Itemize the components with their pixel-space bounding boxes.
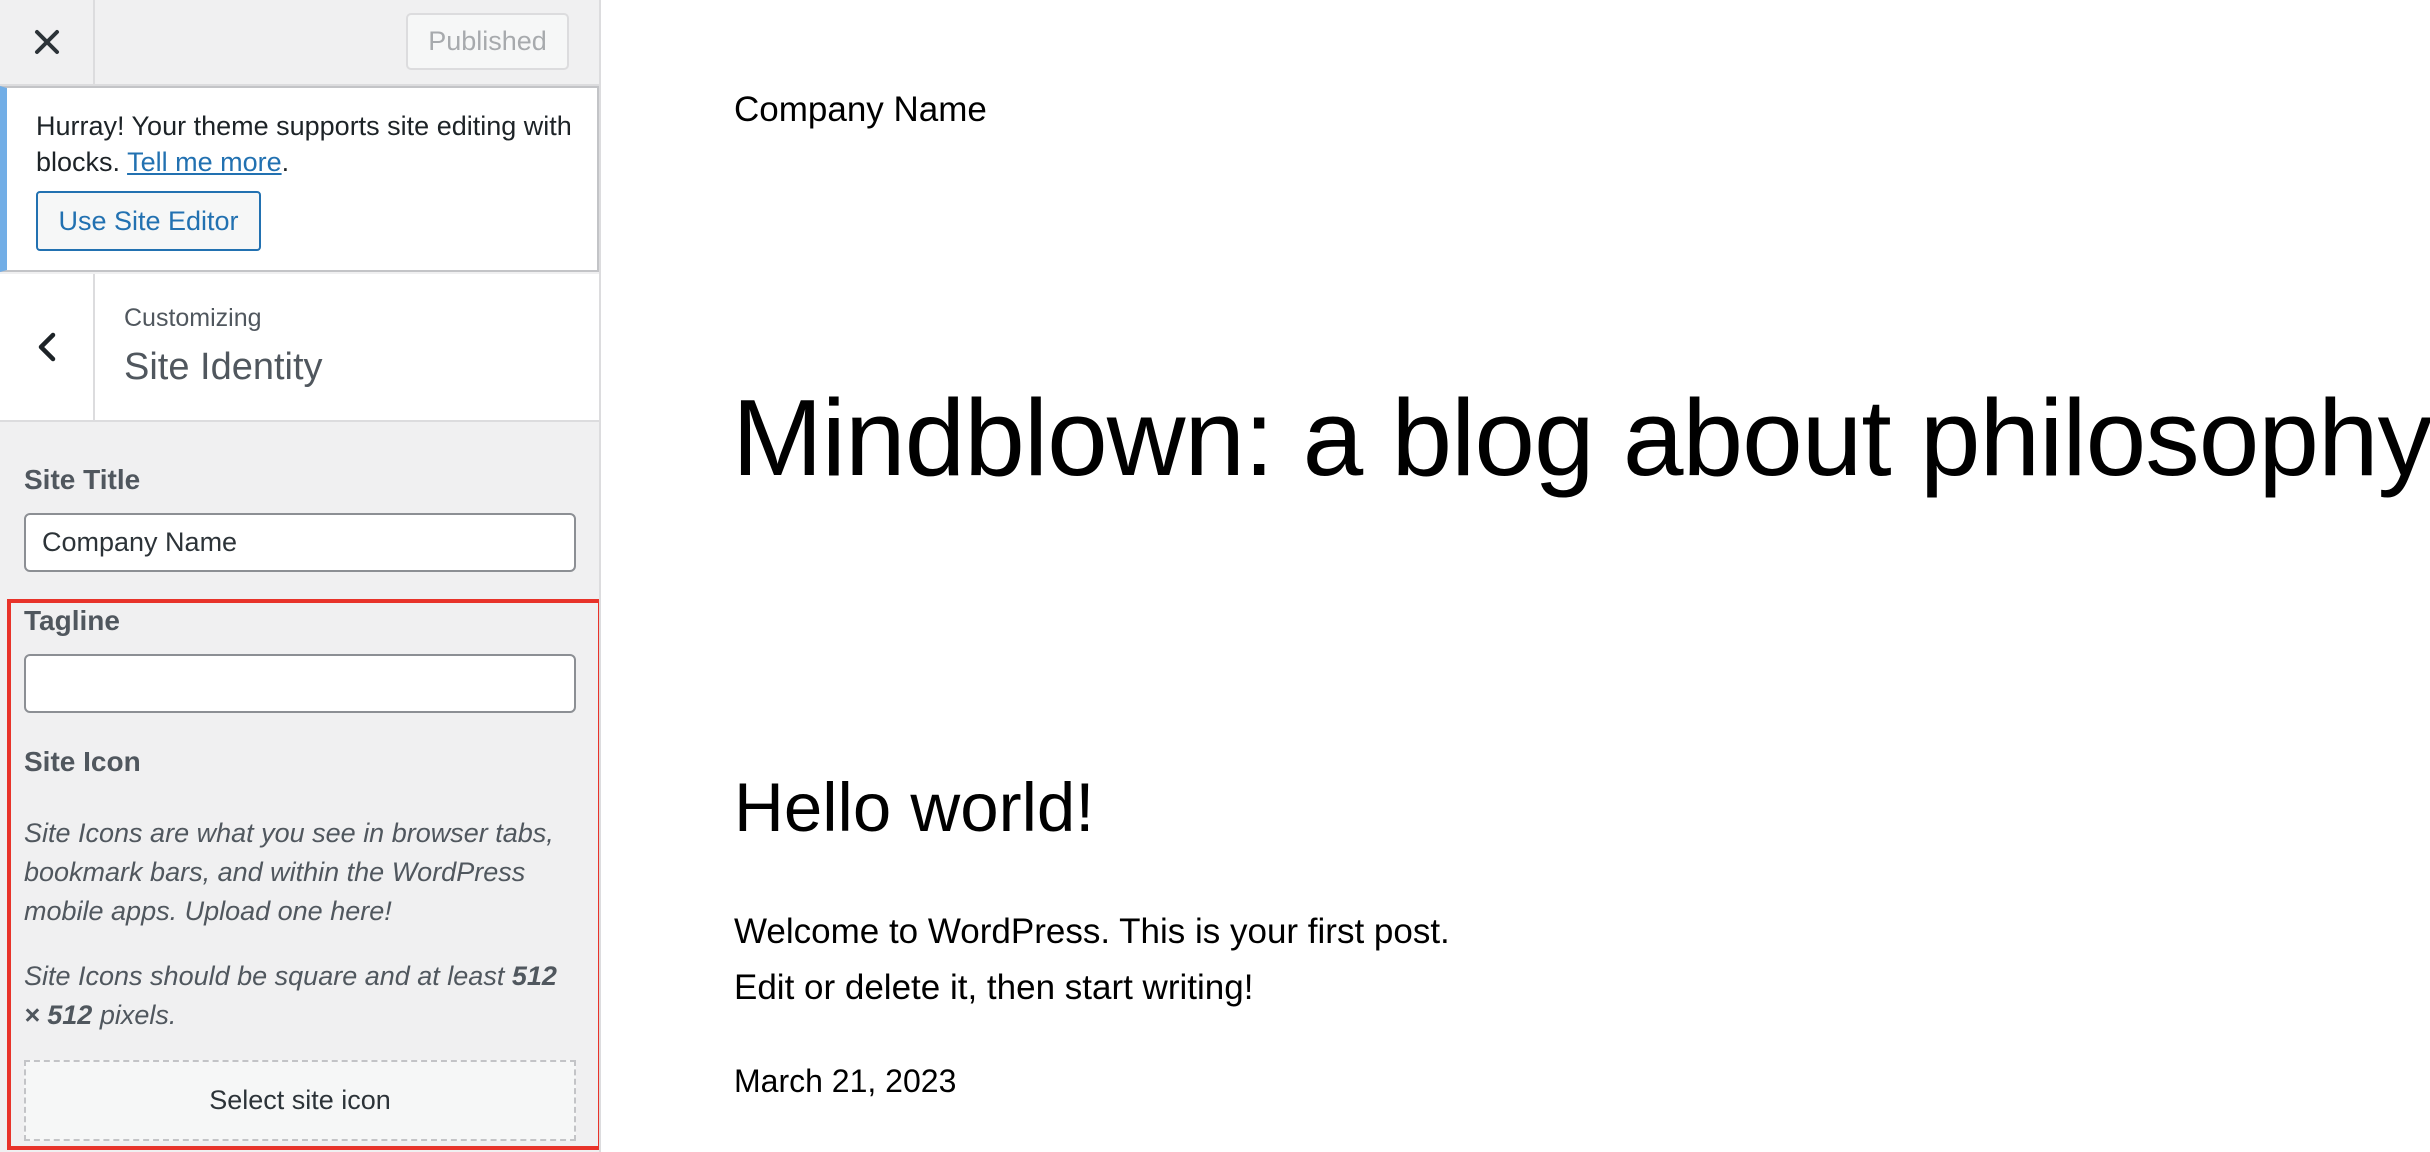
customizer-topbar: Published [0, 0, 599, 86]
size-note-text: Site Icons should be square and at least [24, 961, 512, 991]
post-body-line: Edit or delete it, then start writing! [734, 968, 1254, 1007]
preview-post-body: Welcome to WordPress. This is your first… [734, 904, 1450, 1016]
post-body-line: Welcome to WordPress. This is your first… [734, 912, 1450, 951]
preview-post-title[interactable]: Hello world! [734, 768, 1094, 847]
size-note-suffix: pixels. [92, 1000, 177, 1030]
tell-me-more-link[interactable]: Tell me more [127, 147, 282, 177]
preview-post-date[interactable]: March 21, 2023 [734, 1063, 956, 1100]
customizer-sidebar: Published Hurray! Your theme supports si… [0, 0, 601, 1152]
tagline-label: Tagline [24, 605, 120, 636]
site-icon-description: Site Icons are what you see in browser t… [24, 818, 554, 926]
breadcrumb: Customizing [124, 304, 262, 332]
section-header: Customizing Site Identity [0, 274, 599, 422]
notice-text: Hurray! Your theme supports site editing… [36, 108, 576, 180]
select-site-icon-button[interactable]: Select site icon [24, 1060, 576, 1141]
back-button[interactable] [0, 274, 95, 420]
close-customizer-button[interactable] [0, 0, 95, 84]
site-icon-label: Site Icon [24, 746, 141, 777]
site-editor-notice: Hurray! Your theme supports site editing… [0, 86, 599, 272]
section-title: Site Identity [124, 346, 323, 388]
site-icon-size-note: Site Icons should be square and at least… [24, 957, 576, 1035]
chevron-left-icon [38, 332, 55, 362]
site-preview: Company Name Mindblown: a blog about phi… [601, 0, 2430, 1152]
site-title-label: Site Title [24, 464, 141, 495]
preview-headline: Mindblown: a blog about philosophy. [732, 377, 2430, 499]
site-title-input[interactable] [24, 513, 576, 572]
tagline-input[interactable] [24, 654, 576, 713]
notice-message: Hurray! Your theme supports site editing… [36, 111, 572, 177]
close-x-icon [34, 30, 59, 54]
notice-suffix: . [281, 147, 290, 177]
preview-site-title[interactable]: Company Name [734, 90, 987, 130]
use-site-editor-button[interactable]: Use Site Editor [36, 191, 261, 251]
published-button[interactable]: Published [406, 13, 569, 70]
